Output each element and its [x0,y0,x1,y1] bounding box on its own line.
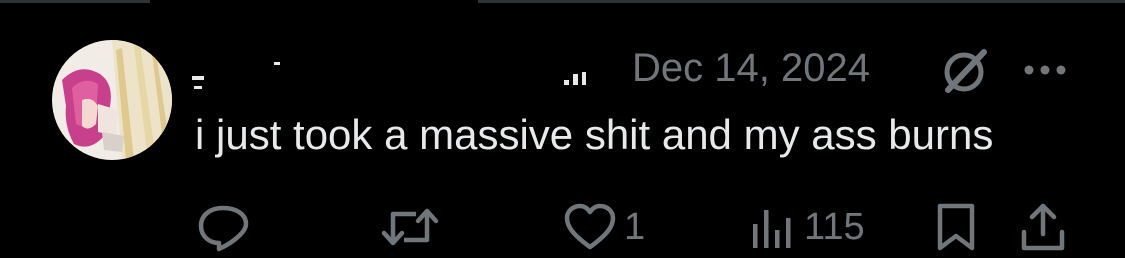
divider [0,0,150,3]
retweet-icon [380,202,440,252]
like-count: 1 [624,206,646,248]
bookmark-button[interactable] [934,200,978,254]
views-button[interactable]: 115 [748,200,865,254]
share-icon [1018,202,1068,252]
reply-button[interactable] [196,200,256,254]
views-icon [748,202,798,252]
more-icon[interactable] [1022,52,1068,88]
bookmark-icon [934,202,978,252]
share-button[interactable] [1018,200,1068,254]
grok-icon[interactable] [940,46,990,96]
display-name-redacted [192,62,586,89]
reply-icon [196,202,250,252]
tweet-text: i just took a massive shit and my ass bu… [195,111,994,158]
like-button[interactable]: 1 [562,200,645,254]
retweet-button[interactable] [380,200,446,254]
heart-icon [562,202,618,252]
avatar[interactable] [52,40,172,160]
tweet-timestamp[interactable]: Dec 14, 2024 [632,46,870,90]
view-count: 115 [804,206,865,248]
divider [478,0,1125,3]
